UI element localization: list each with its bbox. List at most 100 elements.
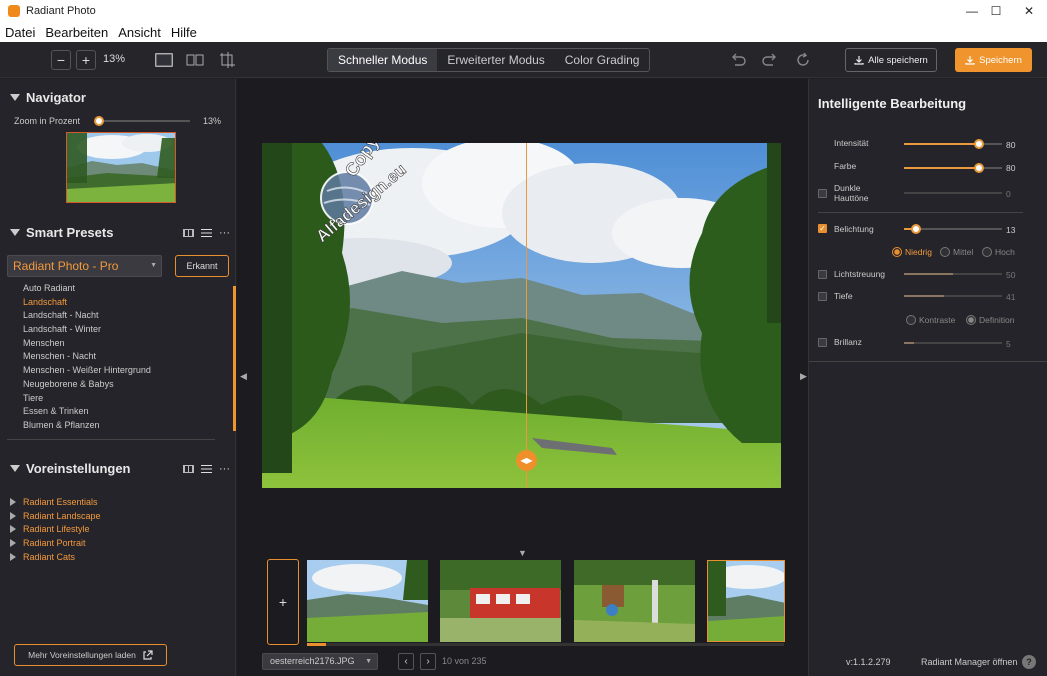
dark-skin-value: 0 [1006, 189, 1011, 199]
more-options-icon[interactable]: ··· [219, 227, 230, 239]
zoom-out-button[interactable]: − [51, 50, 71, 70]
menu-datei[interactable]: Datei [5, 25, 35, 40]
add-image-button[interactable]: + [267, 559, 299, 645]
filmstrip-thumbnail-selected[interactable] [707, 560, 785, 642]
preset-menschen-nacht[interactable]: Menschen - Nacht [23, 350, 223, 364]
filmstrip-thumbnail[interactable] [574, 560, 695, 642]
load-more-presets-button[interactable]: Mehr Voreinstellungen laden [14, 644, 167, 666]
preset-group[interactable]: Radiant Portrait [10, 536, 101, 550]
reset-icon[interactable] [794, 51, 812, 69]
filmstrip-toggle-icon[interactable]: ▼ [518, 548, 527, 558]
preset-tiere[interactable]: Tiere [23, 392, 223, 406]
preset-list-scrollbar[interactable] [233, 286, 236, 431]
edit-panel-title: Intelligente Bearbeitung [818, 96, 967, 111]
preset-blumen-pflanzen[interactable]: Blumen & Pflanzen [23, 419, 223, 433]
filmstrip-thumbnail[interactable] [307, 560, 428, 642]
collapse-icon [10, 465, 20, 472]
tab-erweiterter-modus[interactable]: Erweiterter Modus [437, 49, 554, 71]
open-radiant-manager-link[interactable]: Radiant Manager öffnen [921, 657, 1017, 667]
smart-presets-header[interactable]: Smart Presets [10, 225, 113, 240]
navigator-header[interactable]: Navigator [10, 90, 86, 105]
exposure-level-hoch[interactable]: Hoch [982, 247, 1015, 257]
save-all-button[interactable]: Alle speichern [845, 48, 937, 72]
intensity-slider-knob[interactable] [974, 139, 984, 149]
collapse-left-panel-icon[interactable]: ◀ [240, 371, 247, 382]
intensity-slider-fill [904, 143, 979, 145]
navigator-thumbnail[interactable] [66, 132, 176, 203]
tab-schneller-modus[interactable]: Schneller Modus [328, 49, 438, 71]
menu-hilfe[interactable]: Hilfe [171, 25, 197, 40]
light-scatter-checkbox[interactable] [818, 270, 827, 279]
exposure-slider-knob[interactable] [911, 224, 921, 234]
zoom-slider-knob[interactable] [94, 116, 104, 126]
brilliance-value: 5 [1006, 339, 1011, 349]
compare-split-line[interactable] [526, 143, 527, 488]
close-button[interactable]: ✕ [1006, 0, 1047, 22]
voreinstellungen-header[interactable]: Voreinstellungen [10, 461, 131, 476]
right-panel: Intelligente Bearbeitung Intensität 80 F… [808, 79, 1047, 676]
grid-view-icon[interactable] [183, 229, 194, 237]
voreinstellungen-list: Radiant Essentials Radiant Landscape Rad… [10, 495, 101, 564]
depth-option-kontraste[interactable]: Kontraste [906, 315, 955, 325]
depth-option-definition[interactable]: Definition [966, 315, 1014, 325]
color-label: Farbe [834, 161, 857, 171]
preset-landschaft-nacht[interactable]: Landschaft - Nacht [23, 309, 223, 323]
download-icon [965, 56, 975, 65]
undo-icon[interactable] [729, 51, 747, 69]
zoom-slider-track[interactable] [97, 120, 190, 122]
compare-view-icon[interactable] [218, 51, 238, 69]
list-view-icon[interactable] [201, 465, 212, 473]
exposure-checkbox[interactable]: ✓ [818, 224, 827, 233]
single-view-icon[interactable] [154, 51, 174, 69]
save-label: Speichern [979, 54, 1022, 66]
compare-split-handle[interactable]: ◀▶ [516, 450, 537, 471]
more-options-icon[interactable]: ··· [219, 463, 230, 475]
list-view-icon[interactable] [201, 229, 212, 237]
chevron-down-icon: ▼ [365, 658, 372, 665]
preset-group[interactable]: Radiant Essentials [10, 495, 101, 509]
radio-icon [982, 247, 992, 257]
brilliance-checkbox[interactable] [818, 338, 827, 347]
detected-button[interactable]: Erkannt [175, 255, 229, 277]
preset-menschen[interactable]: Menschen [23, 337, 223, 351]
collapse-right-panel-icon[interactable]: ▶ [800, 371, 807, 382]
exposure-level-niedrig[interactable]: Niedrig [892, 247, 932, 257]
preset-menschen-weisser-hintergrund[interactable]: Menschen - Weißer Hintergrund [23, 364, 223, 378]
radio-icon [940, 247, 950, 257]
preset-landschaft[interactable]: Landschaft [23, 296, 223, 310]
menu-bearbeiten[interactable]: Bearbeiten [45, 25, 108, 40]
redo-icon[interactable] [761, 51, 779, 69]
previous-image-button[interactable]: ‹ [398, 653, 414, 670]
split-view-icon[interactable] [185, 51, 205, 69]
zoom-in-button[interactable]: + [76, 50, 96, 70]
filmstrip-scroll-thumb[interactable] [307, 643, 327, 646]
preset-group[interactable]: Radiant Landscape [10, 509, 101, 523]
preset-pack-select[interactable]: Radiant Photo - Pro ▼ [7, 255, 162, 277]
next-image-button[interactable]: › [420, 653, 436, 670]
depth-checkbox[interactable] [818, 292, 827, 301]
preset-group[interactable]: Radiant Lifestyle [10, 523, 101, 537]
image-count: 10 von 235 [442, 656, 487, 666]
preset-neugeborene-babys[interactable]: Neugeborene & Babys [23, 378, 223, 392]
brilliance-slider-track[interactable] [904, 342, 1002, 344]
file-select[interactable]: oesterreich2176.JPG ▼ [262, 653, 378, 670]
zoom-label: Zoom in Prozent [14, 116, 81, 126]
load-more-presets-label: Mehr Voreinstellungen laden [28, 650, 136, 660]
preset-essen-trinken[interactable]: Essen & Trinken [23, 405, 223, 419]
main-photo[interactable]: Copyright by Alfadesign.eu ◀▶ [262, 143, 781, 488]
menu-ansicht[interactable]: Ansicht [118, 25, 161, 40]
tab-color-grading[interactable]: Color Grading [555, 49, 650, 71]
grid-view-icon[interactable] [183, 465, 194, 473]
color-slider-knob[interactable] [974, 163, 984, 173]
help-icon[interactable]: ? [1022, 655, 1036, 669]
menu-bar: Datei Bearbeiten Ansicht Hilfe [0, 22, 1047, 42]
preset-landschaft-winter[interactable]: Landschaft - Winter [23, 323, 223, 337]
filmstrip-scroll-track[interactable] [307, 643, 784, 646]
filmstrip-thumbnail[interactable] [440, 560, 561, 642]
preset-group[interactable]: Radiant Cats [10, 550, 101, 564]
dark-skin-slider-track[interactable] [904, 192, 1002, 194]
exposure-level-mittel[interactable]: Mittel [940, 247, 973, 257]
save-button[interactable]: Speichern [955, 48, 1032, 72]
preset-auto-radiant[interactable]: Auto Radiant [23, 282, 223, 296]
dark-skin-checkbox[interactable] [818, 189, 827, 198]
